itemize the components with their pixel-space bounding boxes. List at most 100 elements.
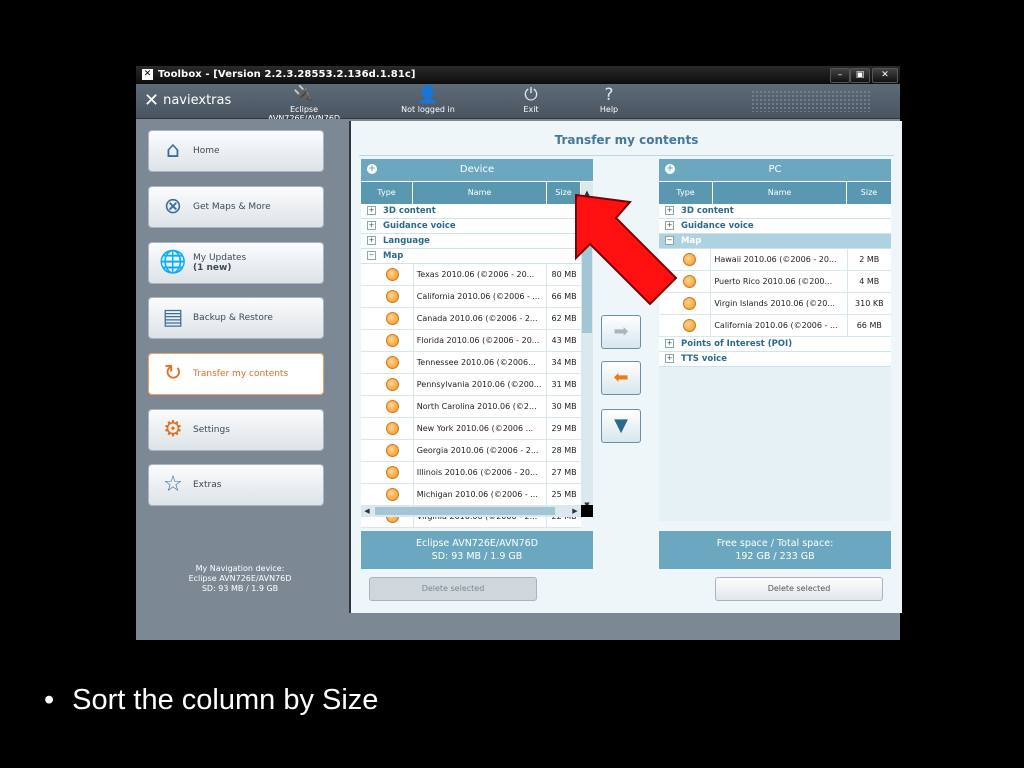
sidebar-item-backup[interactable]: ▤ Backup & Restore xyxy=(148,297,324,339)
pc-column-header: Type Name Size xyxy=(659,181,891,204)
arrow-right-icon: ➡ xyxy=(613,321,629,342)
sidebar-item-home[interactable]: ⌂ Home xyxy=(148,130,324,172)
scroll-corner xyxy=(581,505,593,517)
table-row[interactable]: Tennessee 2010.06 (©2006... 34 MB xyxy=(361,352,581,374)
exit-button[interactable]: ⏻ Exit xyxy=(516,85,546,114)
page-title: Transfer my contents xyxy=(554,133,699,147)
window-title: Toolbox - [Version 2.2.3.28553.2.136d.1.… xyxy=(158,69,416,80)
tree-group[interactable]: + TTS voice xyxy=(659,352,891,367)
map-globe-icon xyxy=(385,422,399,435)
table-row[interactable]: Canada 2010.06 (©2006 - 2... 62 MB xyxy=(361,308,581,330)
device-delete-button[interactable]: Delete selected xyxy=(369,577,537,601)
expand-icon[interactable]: + xyxy=(665,354,674,363)
toolbar: ✕naviextras 🔌Eclipse AVN726E/AVN76D 👤Not… xyxy=(136,84,900,123)
row-name-cell: Tennessee 2010.06 (©2006... xyxy=(412,352,546,373)
copy-to-pc-button[interactable]: ⬅ xyxy=(601,361,641,395)
collapse-icon[interactable]: − xyxy=(367,251,376,260)
tree-group-label: Points of Interest (POI) xyxy=(681,339,793,349)
tree-group[interactable]: + Language xyxy=(361,234,581,249)
row-type-cell xyxy=(361,418,413,439)
plug-icon: 🔌 xyxy=(293,85,315,105)
row-name-cell: Puerto Rico 2010.06 (©200... xyxy=(710,271,846,292)
h-scroll-thumb[interactable] xyxy=(375,507,555,515)
row-name-cell: New York 2010.06 (©2006 ... xyxy=(412,418,546,439)
row-size-cell: 28 MB xyxy=(546,440,581,461)
divider xyxy=(359,155,894,156)
row-size-cell: 2 MB xyxy=(846,249,891,270)
row-type-cell xyxy=(361,440,413,461)
row-name-cell: Florida 2010.06 (©2006 - 20... xyxy=(412,330,546,351)
sidebar-item-label: Transfer my contents xyxy=(193,369,289,379)
tree-group[interactable]: +3D content xyxy=(659,204,891,219)
map-globe-icon xyxy=(385,400,399,413)
device-info-name: Eclipse AVN726E/AVN76D xyxy=(415,538,539,549)
row-name-cell: California 2010.06 (©2006 - ... xyxy=(710,315,846,336)
copy-to-device-button[interactable]: ➡ xyxy=(601,315,641,349)
close-button[interactable]: ✕ xyxy=(872,68,898,83)
expand-icon[interactable]: + xyxy=(367,236,376,245)
table-row[interactable]: California 2010.06 (©2006 - ... 66 MB xyxy=(659,315,891,337)
sidebar-item-settings[interactable]: ⚙ Settings xyxy=(148,409,324,451)
title-bar: ✕ Toolbox - [Version 2.2.3.28553.2.136d.… xyxy=(136,66,900,84)
tree-group[interactable]: − Map xyxy=(361,249,581,264)
table-row[interactable]: Illinois 2010.06 (©2006 - 20... 27 MB xyxy=(361,462,581,484)
minimize-button[interactable]: – xyxy=(830,68,850,83)
add-icon[interactable]: + xyxy=(367,164,377,174)
column-header-size[interactable]: Size xyxy=(847,182,891,204)
table-row[interactable]: California 2010.06 (©2006 - ... 66 MB xyxy=(361,286,581,308)
pc-panel-header: + PC xyxy=(659,159,891,181)
sidebar-item-label: Home xyxy=(193,146,220,156)
pc-delete-button[interactable]: Delete selected xyxy=(715,577,883,601)
filter-button[interactable]: ▼ xyxy=(601,409,641,443)
table-row[interactable]: Hawaii 2010.06 (©2006 - 20... 2 MB xyxy=(659,249,891,271)
logo-text: naviextras xyxy=(163,93,232,108)
sidebar-item-get-maps[interactable]: ⊗ Get Maps & More xyxy=(148,186,324,228)
tree-group[interactable]: + Guidance voice xyxy=(361,219,581,234)
table-row[interactable]: New York 2010.06 (©2006 ... 29 MB xyxy=(361,418,581,440)
tree-group-label: 3D content xyxy=(681,206,734,216)
row-size-cell: 34 MB xyxy=(546,352,581,373)
sidebar-item-extras[interactable]: ☆ Extras xyxy=(148,464,324,506)
updates-count: (1 new) xyxy=(193,263,232,273)
expand-icon[interactable]: + xyxy=(367,206,376,215)
table-row[interactable]: Georgia 2010.06 (©2006 - 2... 28 MB xyxy=(361,440,581,462)
expand-icon[interactable]: + xyxy=(367,221,376,230)
tree-group[interactable]: +3D content xyxy=(361,204,581,219)
scroll-left-icon[interactable]: ◀ xyxy=(361,505,373,517)
column-header-name[interactable]: Name xyxy=(413,182,547,204)
map-globe-icon xyxy=(385,444,399,457)
tree-group[interactable]: + Points of Interest (POI) xyxy=(659,337,891,352)
sidebar-item-transfer[interactable]: ↻ Transfer my contents xyxy=(148,353,324,395)
help-button[interactable]: ? Help xyxy=(594,85,624,114)
help-label: Help xyxy=(599,105,619,114)
table-row[interactable]: Virgin Islands 2010.06 (©20... 310 KB xyxy=(659,293,891,315)
tree-group-selected[interactable]: − Map xyxy=(659,234,891,249)
annotation-arrow-icon xyxy=(575,193,678,306)
row-size-cell: 66 MB xyxy=(846,315,891,336)
table-row[interactable]: Texas 2010.06 (©2006 - 20... 80 MB xyxy=(361,264,581,286)
device-info-space: SD: 93 MB / 1.9 GB xyxy=(431,551,523,562)
tree-group[interactable]: + Guidance voice xyxy=(659,219,891,234)
device-horizontal-scrollbar[interactable]: ◀ ▶ xyxy=(361,505,581,517)
row-type-cell xyxy=(361,396,413,417)
maximize-button[interactable]: ▣ xyxy=(850,68,870,83)
add-icon[interactable]: + xyxy=(665,164,675,174)
row-size-cell: 4 MB xyxy=(846,271,891,292)
row-name-cell: North Carolina 2010.06 (©2... xyxy=(412,396,546,417)
table-row[interactable]: North Carolina 2010.06 (©2... 30 MB xyxy=(361,396,581,418)
column-header-name[interactable]: Name xyxy=(713,182,847,204)
sidebar: ⌂ Home ⊗ Get Maps & More 🌐 My Updates (1 … xyxy=(136,119,348,614)
table-row[interactable]: Pennsylvania 2010.06 (©200... 31 MB xyxy=(361,374,581,396)
scroll-right-icon[interactable]: ▶ xyxy=(569,505,581,517)
column-header-type[interactable]: Type xyxy=(361,182,413,204)
login-button[interactable]: 👤 Not logged in xyxy=(396,85,460,114)
pc-space-info: Free space / Total space: 192 GB / 233 G… xyxy=(659,531,891,569)
tree-group-label: 3D content xyxy=(383,206,436,216)
row-name-cell: Pennsylvania 2010.06 (©200... xyxy=(412,374,546,395)
table-row[interactable]: Michigan 2010.06 (©2006 - ... 25 MB xyxy=(361,484,581,506)
table-row[interactable]: Puerto Rico 2010.06 (©200... 4 MB xyxy=(659,271,891,293)
sidebar-item-my-updates[interactable]: 🌐 My Updates (1 new) xyxy=(148,242,324,284)
expand-icon[interactable]: + xyxy=(665,339,674,348)
device-button[interactable]: 🔌Eclipse AVN726E/AVN76D xyxy=(254,85,354,123)
table-row[interactable]: Florida 2010.06 (©2006 - 20... 43 MB xyxy=(361,330,581,352)
